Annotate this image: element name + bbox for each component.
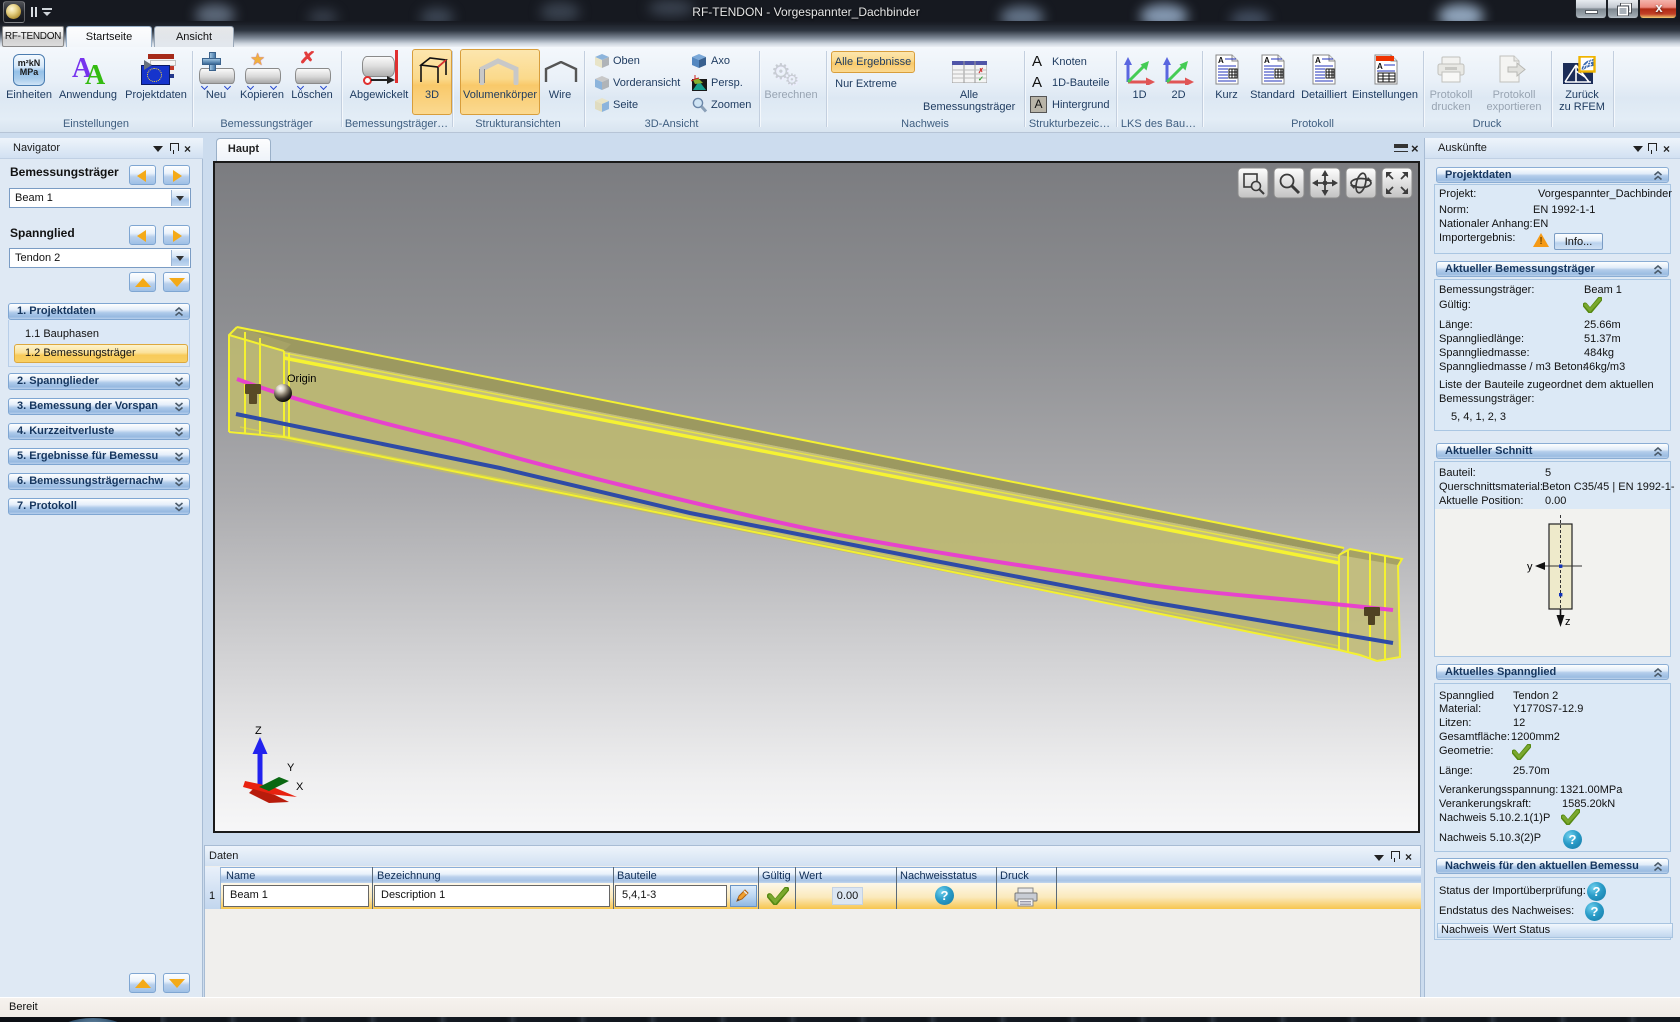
- svg-text:X: X: [296, 781, 304, 793]
- svg-text:✗: ✗: [978, 67, 984, 75]
- svg-text:y: y: [1527, 561, 1533, 573]
- svg-text:A: A: [1377, 62, 1383, 71]
- svg-text:z: z: [1565, 616, 1571, 628]
- svg-text:A: A: [1315, 56, 1321, 65]
- svg-text:✓: ✓: [978, 76, 984, 83]
- svg-text:A: A: [1218, 56, 1224, 65]
- svg-text:A: A: [1264, 56, 1270, 65]
- svg-text:Z: Z: [255, 725, 262, 737]
- svg-text:Origin: Origin: [287, 373, 316, 385]
- svg-text:Y: Y: [287, 762, 295, 774]
